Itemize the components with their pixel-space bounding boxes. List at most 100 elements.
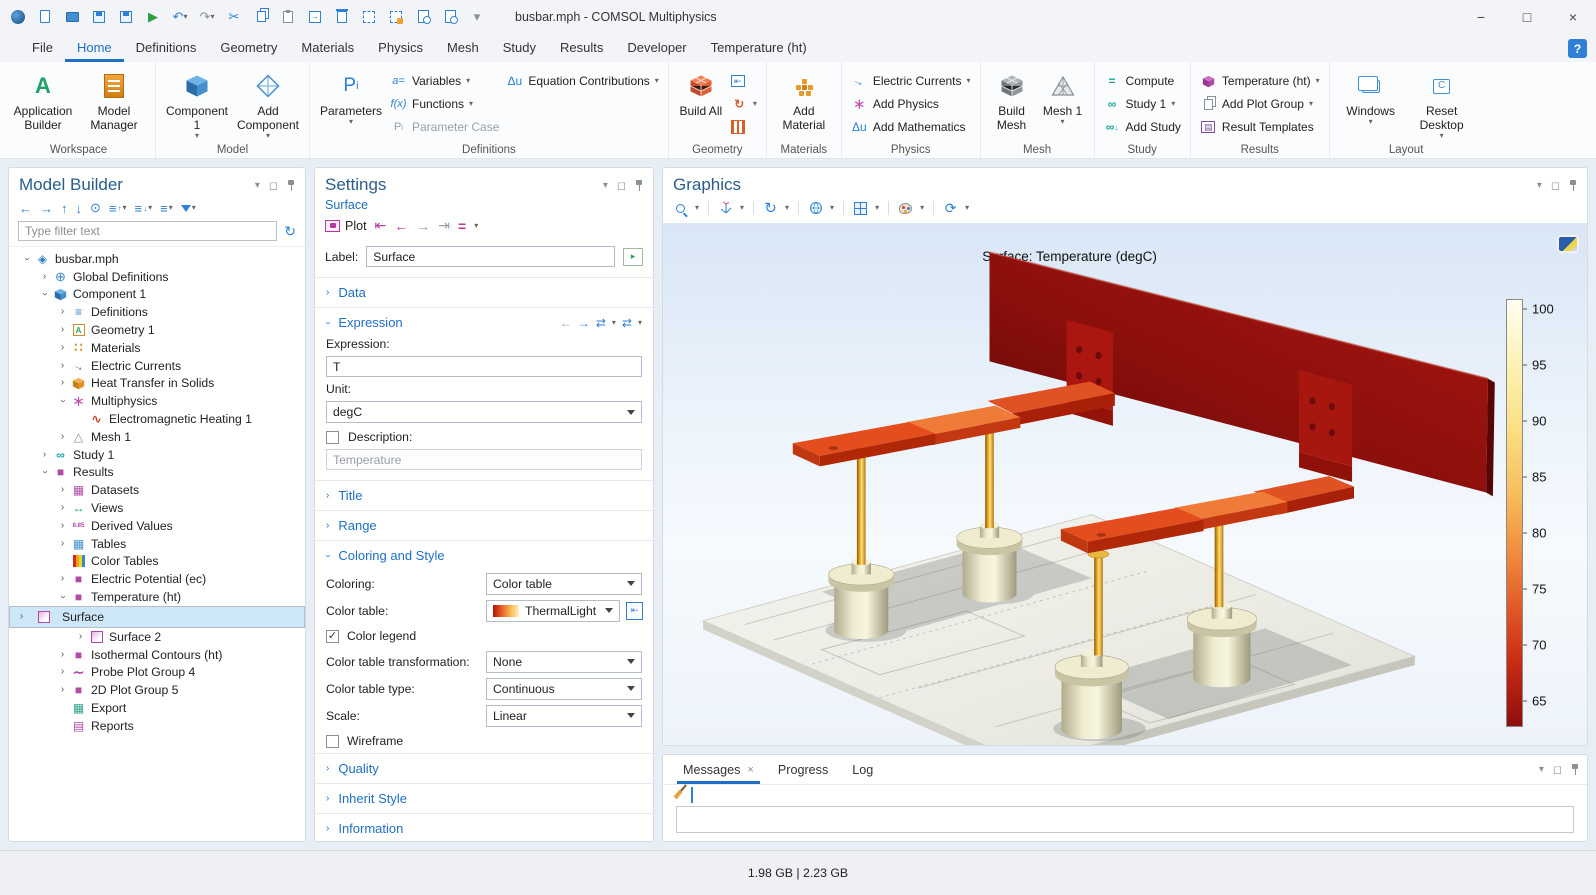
expression-input[interactable] xyxy=(326,356,642,377)
close-tab-icon[interactable]: × xyxy=(747,764,753,776)
chevron-icon[interactable]: › xyxy=(40,467,50,478)
compute-button[interactable]: =Compute xyxy=(1104,72,1181,90)
add-study-button[interactable]: ∞↓Add Study xyxy=(1104,118,1181,136)
expand-all-icon[interactable]: ≡↑▾ xyxy=(109,201,127,216)
study-1-button[interactable]: ∞Study 1▾ xyxy=(1104,95,1181,113)
tree-item-temperature-ht[interactable]: ›Temperature (ht) xyxy=(9,588,305,606)
electric-currents-button[interactable]: Electric Currents▾ xyxy=(851,72,971,90)
tab-mesh[interactable]: Mesh xyxy=(435,33,491,62)
tab-log[interactable]: Log xyxy=(840,755,885,784)
save-icon[interactable] xyxy=(91,8,107,26)
insert-expression-icon[interactable]: ⇄ xyxy=(622,316,632,330)
virtual-operations-button[interactable] xyxy=(731,118,757,136)
build-all-button[interactable]: Build All xyxy=(678,67,724,118)
plot-next-icon[interactable]: → xyxy=(416,218,430,234)
chevron-icon[interactable]: › xyxy=(57,307,68,317)
forward-icon[interactable]: → xyxy=(40,201,53,216)
scale-select[interactable]: Linear xyxy=(486,705,642,727)
description-checkbox[interactable] xyxy=(326,431,339,444)
functions-button[interactable]: f(x)Functions▾ xyxy=(390,95,499,113)
expr-forward-icon[interactable]: → xyxy=(578,316,590,330)
message-options-icon[interactable] xyxy=(691,788,693,802)
chevron-icon[interactable]: › xyxy=(58,396,68,407)
build-mesh-button[interactable]: Build Mesh xyxy=(990,67,1034,132)
tree-item-derived-values[interactable]: ›8.85Derived Values xyxy=(9,517,305,535)
section-quality[interactable]: ›Quality xyxy=(315,753,653,783)
new-file-icon[interactable] xyxy=(37,8,53,26)
chevron-icon[interactable]: › xyxy=(16,612,27,622)
tree-item-mesh-1[interactable]: ›Mesh 1 xyxy=(9,428,305,446)
move-down-icon[interactable]: ↓ xyxy=(76,201,83,216)
update-icon[interactable]: ⟳ xyxy=(943,200,958,217)
color-legend-checkbox[interactable] xyxy=(326,630,339,643)
add-mathematics-button[interactable]: ΔuAdd Mathematics xyxy=(851,118,971,136)
table-type-select[interactable]: Continuous xyxy=(486,678,642,700)
chevron-icon[interactable]: › xyxy=(57,574,68,584)
maximize-button[interactable]: □ xyxy=(1504,0,1550,33)
tree-item-heat-transfer[interactable]: ›Heat Transfer in Solids xyxy=(9,375,305,393)
tree-item-multiphysics[interactable]: ›Multiphysics xyxy=(9,392,305,410)
copy-icon[interactable] xyxy=(253,8,269,26)
redo-icon[interactable]: ↷▾ xyxy=(199,8,215,26)
chevron-icon[interactable]: › xyxy=(57,378,68,388)
tree-item-electric-potential[interactable]: ›Electric Potential (ec) xyxy=(9,570,305,588)
tab-temperature-ht[interactable]: Temperature (ht) xyxy=(699,33,819,62)
tree-item-results[interactable]: ›Results xyxy=(9,464,305,482)
temperature-plot-button[interactable]: Temperature (ht)▾ xyxy=(1200,72,1320,90)
duplicate-icon[interactable]: → xyxy=(307,8,323,26)
import-geometry-button[interactable]: ⇤ xyxy=(731,72,757,90)
zoom-icon[interactable] xyxy=(673,204,688,213)
comsol-logo-icon[interactable] xyxy=(10,8,26,26)
tree-item-geometry-1[interactable]: ›AGeometry 1 xyxy=(9,321,305,339)
tab-file[interactable]: File xyxy=(20,33,65,62)
chevron-icon[interactable]: › xyxy=(39,272,50,282)
section-information[interactable]: ›Information xyxy=(315,813,653,842)
tree-item-component-1[interactable]: ›Component 1 xyxy=(9,286,305,304)
parameters-button[interactable]: Pi Parameters▾ xyxy=(319,67,383,126)
save-as-icon[interactable] xyxy=(118,8,134,26)
equation-contributions-button[interactable]: ΔuEquation Contributions▾ xyxy=(506,72,658,90)
tree-item-reports[interactable]: Reports xyxy=(9,717,305,735)
open-file-icon[interactable] xyxy=(64,8,80,26)
section-title[interactable]: ›Title xyxy=(315,480,653,510)
transformation-select[interactable]: None xyxy=(486,651,642,673)
search-model-icon[interactable] xyxy=(442,8,458,26)
messages-output[interactable] xyxy=(676,806,1574,833)
chevron-icon[interactable]: › xyxy=(57,432,68,442)
float-panel-icon[interactable]: ◻ xyxy=(269,179,278,192)
chevron-icon[interactable]: › xyxy=(57,485,68,495)
pin-icon[interactable] xyxy=(287,180,295,191)
minimize-button[interactable]: − xyxy=(1458,0,1504,33)
node-columns-icon[interactable]: ≡▾ xyxy=(160,201,173,216)
chevron-icon[interactable]: › xyxy=(57,325,68,335)
back-icon[interactable]: ← xyxy=(19,201,32,216)
tab-home[interactable]: Home xyxy=(65,33,124,62)
tree-item-views[interactable]: ›Views xyxy=(9,499,305,517)
chevron-icon[interactable]: › xyxy=(57,343,68,353)
tab-progress[interactable]: Progress xyxy=(766,755,840,784)
tab-materials[interactable]: Materials xyxy=(289,33,366,62)
add-material-button[interactable]: Add Material xyxy=(776,67,832,132)
section-inherit-style[interactable]: ›Inherit Style xyxy=(315,783,653,813)
image-snapshot-icon[interactable] xyxy=(1559,237,1577,251)
tree-item-tables[interactable]: ›Tables xyxy=(9,535,305,553)
show-icon[interactable]: ⊙ xyxy=(90,200,101,216)
tree-item-busbar[interactable]: ›busbar.mph xyxy=(9,250,305,268)
tree-item-export[interactable]: Export xyxy=(9,699,305,717)
filter-icon[interactable]: ▾ xyxy=(181,204,196,212)
tab-physics[interactable]: Physics xyxy=(366,33,435,62)
panel-menu-icon[interactable]: ▾ xyxy=(255,180,260,191)
collapse-all-icon[interactable]: ≡↓▾ xyxy=(135,201,153,216)
tree-item-color-tables[interactable]: Color Tables xyxy=(9,553,305,571)
tree-item-probe-plot-group[interactable]: ›Probe Plot Group 4 xyxy=(9,664,305,682)
mesh-1-button[interactable]: Mesh 1▾ xyxy=(1041,67,1085,126)
panel-menu-icon[interactable]: ▾ xyxy=(1537,180,1542,191)
unit-select[interactable]: degC xyxy=(326,401,642,423)
scene-icon[interactable] xyxy=(808,201,823,215)
tab-results[interactable]: Results xyxy=(548,33,615,62)
rotate-icon[interactable]: ↻ xyxy=(763,199,778,217)
tree-item-em-heating[interactable]: Electromagnetic Heating 1 xyxy=(9,410,305,428)
tree-item-surface[interactable]: ›Surface xyxy=(9,606,305,628)
tree-item-2d-plot-group[interactable]: ›2D Plot Group 5 xyxy=(9,681,305,699)
paste-icon[interactable] xyxy=(280,8,296,26)
